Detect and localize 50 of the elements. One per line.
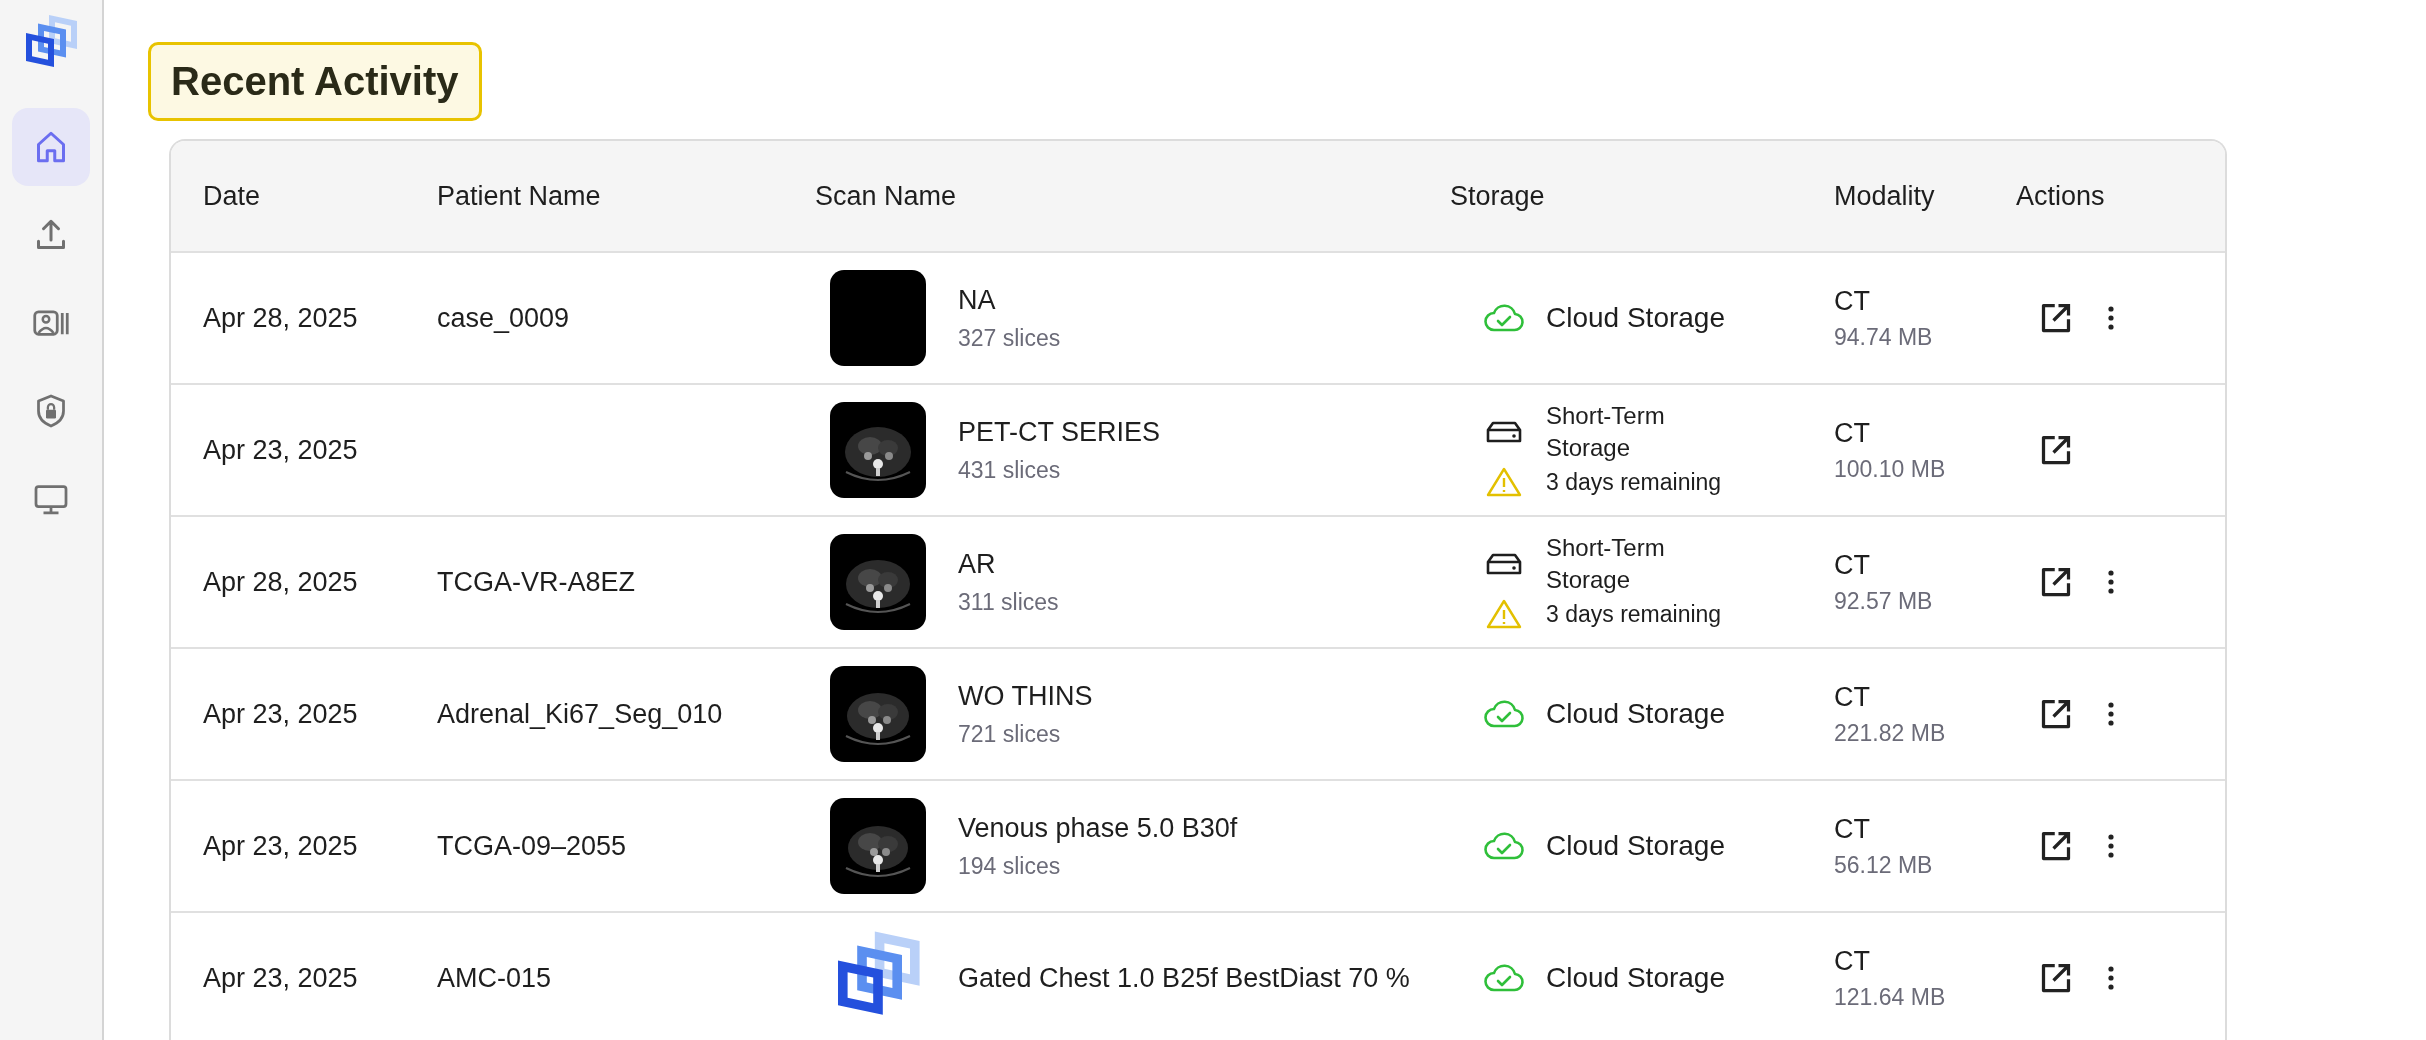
slice-count: 311 slices [958,588,1059,617]
storage-label: Cloud Storage [1546,698,1726,730]
date-header: Date [202,180,262,212]
sidebar-item[interactable] [12,108,90,186]
file-size: 56.12 MB [1834,851,1934,880]
date-cell-text: Apr 23, 2025 [203,434,359,467]
slice-count: 327 slices [958,324,1061,353]
storage-label: Cloud Storage [1546,830,1726,862]
file-size: 94.74 MB [1834,323,1934,352]
warning-text: 3 days remaining [1546,600,1723,629]
scan-name: AR [958,548,997,581]
storage-label: Short-Term Storage [1546,401,1666,463]
date-cell-text: Apr 23, 2025 [203,962,359,995]
slice-count: 431 slices [958,456,1062,485]
scan-name: PET-CT SERIES [958,416,1161,449]
modality-header: Modality [1834,180,1936,212]
patient-name: AMC-015 [437,962,552,993]
date-cell-text: Apr 28, 2025 [203,302,359,335]
actions-header: Actions [2016,180,2106,212]
file-size: 92.57 MB [1834,587,1934,616]
modality: CT [1834,417,1871,450]
warning-text: 3 days remaining [1546,468,1723,497]
slice-count: 721 slices [958,720,1062,749]
file-size: 121.64 MB [1834,983,1947,1012]
patient-name: TCGA-VR-A8EZ [437,566,636,597]
date-cell-text: Apr 23, 2025 [203,698,359,731]
modality: CT [1834,285,1871,318]
patient-name-header: Patient Name [437,180,602,212]
storage-header: Storage [1450,180,1546,212]
scan-name-header: Scan Name [815,180,958,212]
file-size: 221.82 MB [1834,719,1947,748]
storage-label: Cloud Storage [1546,962,1726,994]
slice-count: 194 slices [958,852,1062,881]
scan-name: Venous phase 5.0 B30f [958,812,1238,845]
section-title: Recent Activity [148,42,482,121]
modality: CT [1834,681,1871,714]
scan-name: NA [958,284,997,317]
patient-name: Adrenal_Ki67_Seg_010 [437,698,723,729]
modality: CT [1834,549,1871,582]
storage-label: Short-Term Storage [1546,533,1666,595]
modality: CT [1834,813,1871,846]
patient-name: TCGA-09–2055 [437,830,627,861]
storage-label: Cloud Storage [1546,302,1726,334]
file-size: 100.10 MB [1834,455,1947,484]
scan-name: WO THINS [958,680,1093,713]
scan-name: Gated Chest 1.0 B25f BestDiast 70 % [958,962,1410,995]
date-cell-text: Apr 23, 2025 [203,830,359,863]
date-cell-text: Apr 28, 2025 [203,566,359,599]
modality: CT [1834,945,1871,978]
patient-name: case_0009 [437,302,570,333]
